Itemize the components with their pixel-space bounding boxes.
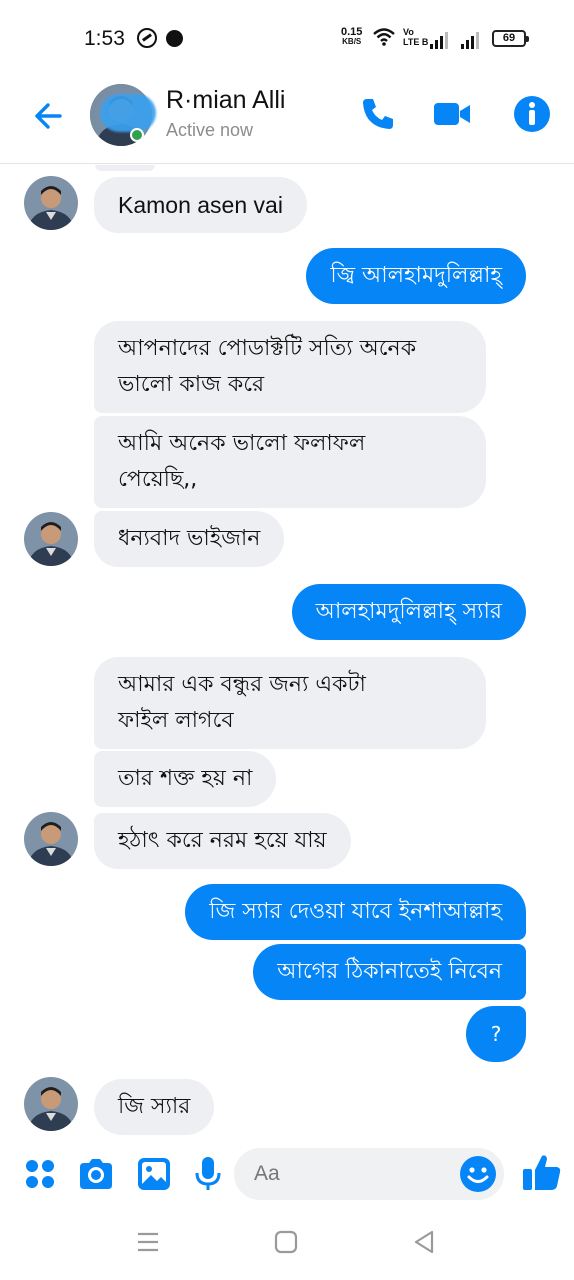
message-in[interactable]: ধন্যবাদ ভাইজান [94, 511, 285, 567]
home-icon[interactable] [268, 1224, 304, 1260]
messenger-notification-icon [166, 30, 183, 47]
gallery-icon[interactable] [134, 1154, 174, 1194]
status-time: 1:53 [84, 27, 125, 50]
message-input[interactable]: Aa [234, 1148, 504, 1200]
message-in[interactable]: আমার এক বন্ধুর জন্য একটা ফাইল লাগবে [94, 657, 486, 749]
previous-message-peek [95, 165, 155, 171]
volte-indicator: Vo LTE B [403, 27, 428, 47]
signal-icon-sim1 [430, 31, 454, 49]
video-call-icon[interactable] [432, 94, 472, 134]
message-composer: Aa [0, 1140, 574, 1210]
sender-avatar[interactable] [24, 812, 78, 866]
chat-header: R·mian Alli Active now [0, 76, 574, 164]
message-in[interactable]: হঠাৎ করে নরম হয়ে যায় [94, 813, 351, 869]
message-in[interactable]: আপনাদের পোডাক্টটি সত্যি অনেক ভালো কাজ কর… [94, 321, 486, 413]
message-out[interactable]: ? [466, 1006, 526, 1062]
message-out[interactable]: আলহামদুলিল্লাহ্ স্যার [291, 584, 526, 640]
info-icon[interactable] [512, 94, 552, 134]
message-in[interactable]: তার শক্ত হয় না [94, 751, 277, 807]
redaction-scribble [100, 94, 156, 132]
message-out[interactable]: জ্বি আলহামদুলিল্লাহ্ [306, 248, 526, 304]
status-bar: 1:53 0.15 KB/S Vo LTE B 69 [0, 0, 574, 76]
call-icon[interactable] [358, 94, 398, 134]
camera-icon[interactable] [76, 1154, 116, 1194]
message-in[interactable]: Kamon asen vai [94, 177, 307, 233]
volte-bottom: LTE B [403, 37, 429, 47]
back-arrow-icon[interactable] [30, 96, 70, 136]
avatar-photo-icon [24, 512, 78, 566]
message-out[interactable]: আগের ঠিকানাতেই নিবেন [253, 944, 526, 1000]
recents-icon[interactable] [130, 1224, 166, 1260]
contact-status: Active now [166, 120, 254, 140]
microphone-icon[interactable] [188, 1154, 228, 1194]
wifi-icon [373, 28, 395, 46]
sender-avatar[interactable] [24, 176, 78, 230]
emoji-icon[interactable] [458, 1154, 498, 1194]
online-indicator [130, 128, 144, 142]
message-out[interactable]: জি স্যার দেওয়া যাবে ইনশাআল্লাহ [185, 884, 526, 940]
back-nav-icon[interactable] [406, 1224, 442, 1260]
contact-name[interactable]: R·mian Alli [166, 86, 285, 115]
sender-avatar[interactable] [24, 512, 78, 566]
message-in[interactable]: জি স্যার [94, 1079, 215, 1135]
avatar-photo-icon [24, 1077, 78, 1131]
like-icon[interactable] [520, 1150, 564, 1194]
sender-avatar[interactable] [24, 1077, 78, 1131]
battery-icon: 69 [492, 30, 529, 47]
avatar-photo-icon [24, 812, 78, 866]
net-speed-value: 0.15 [341, 26, 363, 38]
avatar-photo-icon [24, 176, 78, 230]
dnd-icon [137, 28, 157, 48]
message-input-placeholder: Aa [254, 1162, 280, 1185]
network-speed: 0.15 KB/S [341, 27, 362, 47]
system-navigation-bar [0, 1210, 574, 1280]
conversation[interactable]: Kamon asen vai জ্বি আলহামদুলিল্লাহ্ আপনা… [0, 165, 574, 1140]
net-speed-unit: KB/S [342, 37, 362, 46]
volte-top: Vo [403, 27, 414, 37]
apps-icon[interactable] [20, 1154, 60, 1194]
signal-icon-sim2 [461, 31, 485, 49]
message-in[interactable]: আমি অনেক ভালো ফলাফল পেয়েছি,, [94, 416, 486, 508]
